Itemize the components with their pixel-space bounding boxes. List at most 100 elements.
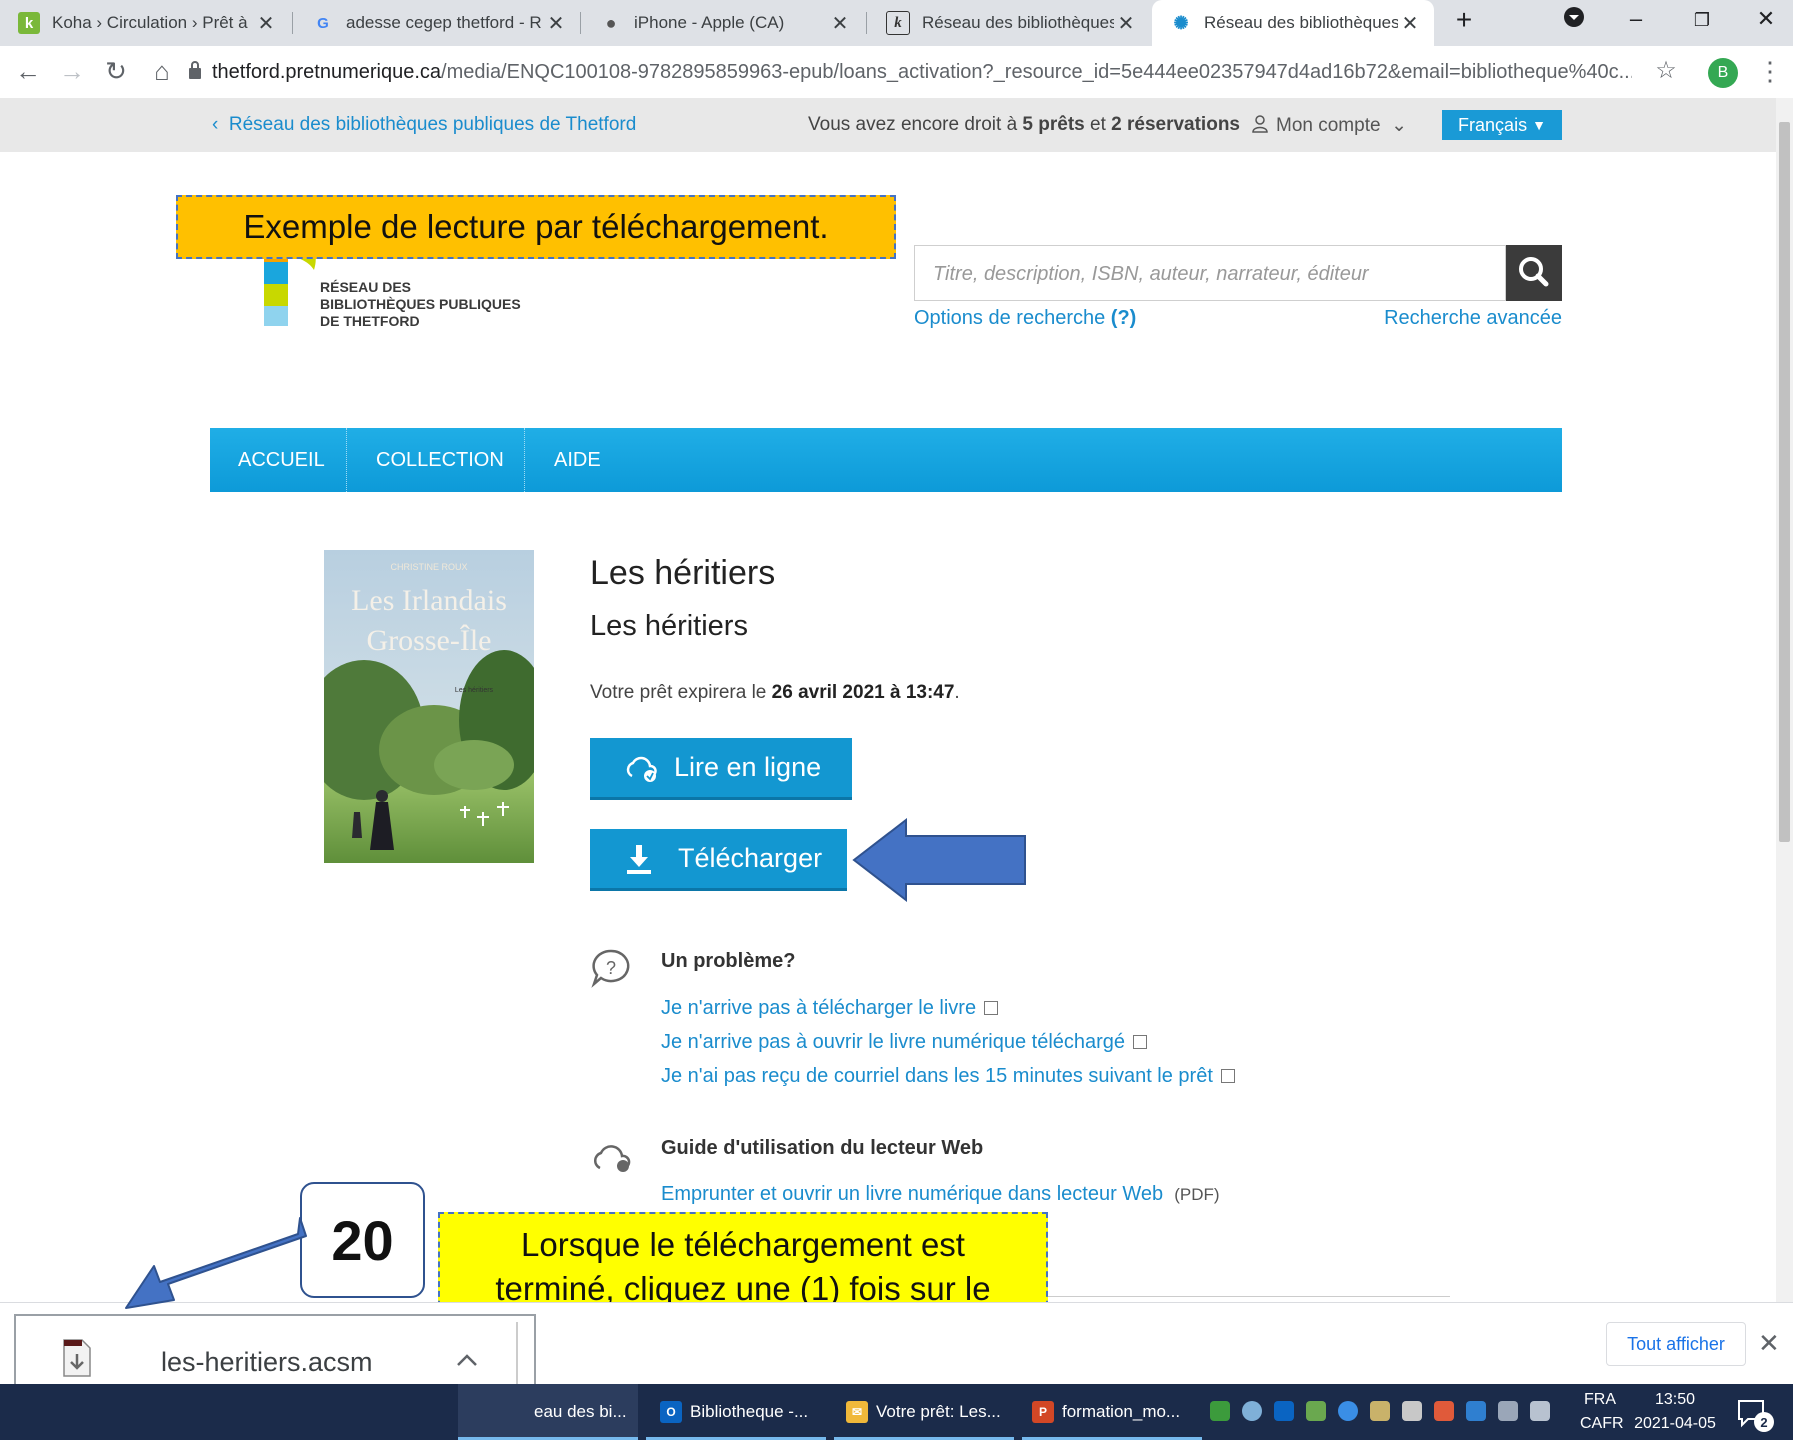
- external-link-icon: [984, 1001, 999, 1015]
- taskbar-item-outlook[interactable]: O Bibliotheque -...: [646, 1384, 826, 1440]
- annotation-top-note: Exemple de lecture par téléchargement.: [176, 195, 896, 259]
- volume-icon[interactable]: [1530, 1401, 1550, 1421]
- tab-koha[interactable]: k Koha › Circulation › Prêt à ✕: [0, 0, 290, 46]
- close-icon[interactable]: ✕: [828, 11, 852, 36]
- quota-prefix: Vous avez encore droit à: [808, 114, 1023, 135]
- logo-line: BIBLIOTHÈQUES PUBLIQUES: [320, 296, 521, 312]
- download-button[interactable]: Télécharger: [590, 829, 847, 891]
- account-label: Mon compte: [1276, 115, 1381, 136]
- nav-accueil[interactable]: ACCUEIL: [238, 428, 325, 492]
- audio-alert-icon[interactable]: [1434, 1401, 1454, 1421]
- language-button[interactable]: Français ▼: [1442, 110, 1562, 140]
- library-back-link[interactable]: ‹ Réseau des bibliothèques publiques de …: [212, 114, 636, 136]
- help-link-download[interactable]: Je n'arrive pas à télécharger le livre: [661, 997, 999, 1020]
- outlook-tray-icon[interactable]: [1274, 1401, 1294, 1421]
- close-icon[interactable]: ✕: [1398, 11, 1422, 36]
- download-file-name: les-heritiers.acsm: [161, 1347, 373, 1377]
- scrollbar-thumb[interactable]: [1779, 122, 1790, 842]
- search-button[interactable]: [1506, 245, 1562, 301]
- taskbar-item-powerpoint[interactable]: Pformation_mo...: [1022, 1384, 1202, 1440]
- read-online-label: Lire en ligne: [674, 752, 822, 782]
- show-all-downloads-button[interactable]: Tout afficher: [1606, 1322, 1746, 1366]
- back-arrow-icon[interactable]: ←: [12, 56, 44, 87]
- guide-heading: Guide d'utilisation du lecteur Web: [661, 1137, 984, 1159]
- mail-icon: ✉: [846, 1401, 868, 1423]
- network-icon[interactable]: [1498, 1401, 1518, 1421]
- url-field[interactable]: thetford.pretnumerique.ca/media/ENQC1001…: [212, 46, 1632, 98]
- minimize-icon[interactable]: –: [1616, 6, 1656, 32]
- taskbar-clock[interactable]: 13:50 2021-04-05: [1630, 1388, 1720, 1436]
- nav-divider: [524, 428, 525, 492]
- language-label: Français: [1458, 114, 1528, 135]
- display-icon[interactable]: [1466, 1401, 1486, 1421]
- cloud-read-icon: [626, 756, 657, 782]
- taskbar-item-mail[interactable]: ✉ Votre prêt: Les...: [834, 1384, 1014, 1440]
- onedrive-icon[interactable]: [1338, 1401, 1358, 1421]
- printer-icon[interactable]: [1402, 1401, 1422, 1421]
- quota-loans: 5 prêts: [1022, 114, 1085, 135]
- guide-link[interactable]: Emprunter et ouvrir un livre numérique d…: [661, 1183, 1220, 1206]
- nav-collection[interactable]: COLLECTION: [376, 428, 504, 492]
- windows-taskbar: eau des bi... O Bibliotheque -... ✉ Votre …: [0, 1384, 1793, 1440]
- search-input[interactable]: [931, 246, 1495, 302]
- help-link-email[interactable]: Je n'ai pas reçu de courriel dans les 15…: [661, 1065, 1235, 1088]
- cover-author: CHRISTINE ROUX: [390, 562, 467, 572]
- library-back-label: Réseau des bibliothèques publiques de Th…: [228, 114, 637, 135]
- user-tray-icon[interactable]: [1370, 1401, 1390, 1421]
- media-control-icon[interactable]: [1554, 6, 1594, 34]
- chevron-up-icon[interactable]: [452, 1348, 482, 1372]
- window-close-icon[interactable]: ✕: [1746, 6, 1786, 32]
- annotation-arrow-down-left-icon: [125, 1217, 307, 1309]
- read-online-button[interactable]: Lire en ligne: [590, 738, 852, 800]
- input-language-indicator[interactable]: FRA CAFR: [1580, 1388, 1624, 1436]
- restore-icon[interactable]: ❐: [1682, 10, 1722, 31]
- guide-link-label: Emprunter et ouvrir un livre numérique d…: [661, 1183, 1164, 1205]
- help-link-label: Je n'arrive pas à ouvrir le livre numéri…: [661, 1031, 1126, 1053]
- new-tab-icon[interactable]: +: [1444, 4, 1484, 36]
- search-options-link[interactable]: Options de recherche (?): [914, 307, 1136, 330]
- lock-icon[interactable]: [188, 60, 202, 80]
- tab-reseau-koha[interactable]: k Réseau des bibliothèques ✕: [868, 0, 1150, 46]
- taskbar-item-label: eau des bi...: [534, 1402, 627, 1421]
- forward-arrow-icon[interactable]: →: [56, 56, 88, 87]
- svg-text:?: ?: [606, 958, 616, 978]
- close-icon[interactable]: ✕: [254, 11, 278, 36]
- help-link-label: Je n'arrive pas à télécharger le livre: [661, 997, 977, 1019]
- close-download-shelf-icon[interactable]: ✕: [1758, 1328, 1780, 1359]
- powerpoint-icon: P: [1032, 1401, 1054, 1423]
- input-language: FRA: [1584, 1391, 1616, 1408]
- tab-divider: [292, 12, 293, 34]
- tray-app-icon[interactable]: [1210, 1401, 1230, 1421]
- tab-divider: [866, 12, 867, 34]
- advanced-search-link[interactable]: Recherche avancée: [1380, 307, 1562, 330]
- url-path: /media/ENQC100108-9782895859963-epub/loa…: [441, 61, 1632, 83]
- reload-icon[interactable]: ↻: [100, 56, 132, 87]
- security-icon[interactable]: [1306, 1401, 1326, 1421]
- annotation-arrow-left-icon: [852, 818, 1026, 902]
- profile-avatar[interactable]: B: [1708, 58, 1738, 88]
- quota-text: Vous avez encore droit à 5 prêts et 2 ré…: [808, 114, 1240, 136]
- tab-title: Koha › Circulation › Prêt à: [52, 13, 248, 32]
- close-icon[interactable]: ✕: [544, 11, 568, 36]
- clock-date: 2021-04-05: [1634, 1415, 1716, 1432]
- tab-title: iPhone - Apple (CA): [634, 13, 785, 32]
- nav-aide[interactable]: AIDE: [554, 428, 601, 492]
- network-globe-icon[interactable]: [1242, 1401, 1262, 1421]
- bookmark-star-icon[interactable]: ☆: [1650, 56, 1682, 85]
- account-menu[interactable]: Mon compte ⌄: [1252, 114, 1407, 137]
- taskbar-item-chrome[interactable]: eau des bi...: [458, 1384, 638, 1440]
- tab-google[interactable]: G adesse cegep thetford - R ✕: [294, 0, 580, 46]
- search-options-label: Options de recherche: [914, 307, 1106, 329]
- tab-apple[interactable]: ● iPhone - Apple (CA) ✕: [582, 0, 864, 46]
- home-icon[interactable]: ⌂: [146, 56, 178, 87]
- taskbar-item-label: Bibliotheque -...: [690, 1402, 809, 1421]
- taskbar-item-label: Votre prêt: Les...: [876, 1402, 1001, 1421]
- menu-kebab-icon[interactable]: ⋮: [1754, 56, 1786, 87]
- close-icon[interactable]: ✕: [1114, 11, 1138, 36]
- tab-reseau-active[interactable]: ✺ Réseau des bibliothèques ✕: [1152, 0, 1434, 46]
- help-link-open[interactable]: Je n'arrive pas à ouvrir le livre numéri…: [661, 1031, 1148, 1054]
- site-top-bar: ‹ Réseau des bibliothèques publiques de …: [0, 98, 1776, 152]
- tab-title: adesse cegep thetford - R: [346, 13, 542, 32]
- book-cover[interactable]: CHRISTINE ROUX Les Irlandais Grosse-Île …: [324, 550, 534, 863]
- main-navigation: ACCUEIL COLLECTION AIDE: [210, 428, 1562, 492]
